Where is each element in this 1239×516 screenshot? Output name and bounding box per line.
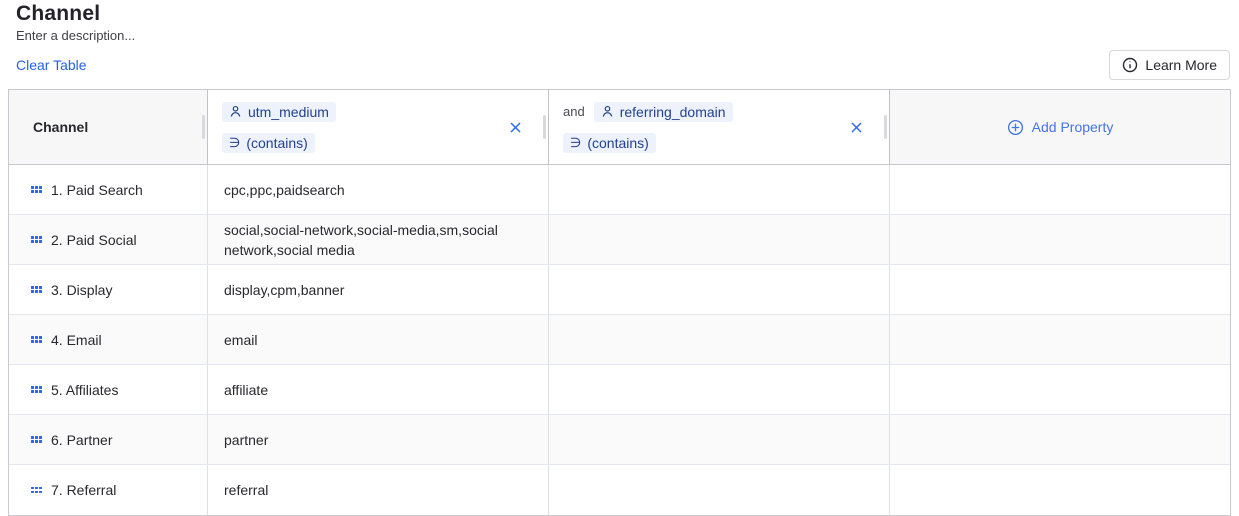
- property-name: utm_medium: [248, 104, 329, 120]
- add-property-button[interactable]: Add Property: [890, 90, 1230, 164]
- channel-name-cell[interactable]: 6. Partner: [9, 415, 208, 464]
- utm-medium-value-cell[interactable]: display,cpm,banner: [208, 265, 549, 314]
- utm-medium-value-cell[interactable]: social,social-network,social-media,sm,so…: [208, 215, 549, 264]
- drag-handle-icon[interactable]: [31, 336, 42, 343]
- table-body: 1. Paid Search cpc,ppc,paidsearch 2. Pai…: [9, 165, 1230, 515]
- column-resize-handle[interactable]: [202, 115, 205, 139]
- utm-medium-value: email: [224, 330, 277, 350]
- channel-name-label: 5. Affiliates: [51, 382, 118, 398]
- table-row: 7. Referral referral: [9, 465, 1230, 515]
- utm-medium-value: referral: [224, 480, 288, 500]
- property-name: referring_domain: [620, 104, 726, 120]
- utm-medium-value-cell[interactable]: affiliate: [208, 365, 549, 414]
- operator-chip-utm-medium[interactable]: ∋ (contains): [222, 133, 315, 153]
- add-property-value-cell[interactable]: [890, 215, 1230, 264]
- referring-domain-value-cell[interactable]: [549, 215, 890, 264]
- user-property-icon: [601, 105, 614, 118]
- utm-medium-value: social,social-network,social-media,sm,so…: [224, 220, 548, 260]
- column-header-channel: Channel: [9, 90, 208, 164]
- page-head: Channel Enter a description...: [0, 0, 1239, 44]
- table-row: 4. Email email: [9, 315, 1230, 365]
- learn-more-button[interactable]: Learn More: [1109, 50, 1230, 80]
- table-row: 2. Paid Social social,social-network,soc…: [9, 215, 1230, 265]
- add-property-value-cell[interactable]: [890, 265, 1230, 314]
- column-header-utm-medium: utm_medium ∋ (contains): [208, 90, 549, 164]
- channel-name-cell[interactable]: 4. Email: [9, 315, 208, 364]
- utm-medium-value: affiliate: [224, 380, 288, 400]
- operator-name: (contains): [246, 135, 307, 151]
- clear-table-button[interactable]: Clear Table: [16, 57, 87, 73]
- channel-name-label: 1. Paid Search: [51, 182, 143, 198]
- add-property-value-cell[interactable]: [890, 465, 1230, 515]
- utm-medium-value: cpc,ppc,paidsearch: [224, 180, 365, 200]
- channel-table: Channel utm_medium: [8, 89, 1231, 516]
- utm-medium-value: partner: [224, 430, 288, 450]
- drag-handle-icon[interactable]: [31, 436, 42, 443]
- add-circle-icon: [1007, 119, 1024, 136]
- channel-name-cell[interactable]: 3. Display: [9, 265, 208, 314]
- operator-name: (contains): [587, 135, 648, 151]
- add-property-value-cell[interactable]: [890, 165, 1230, 214]
- add-property-label: Add Property: [1032, 119, 1114, 135]
- referring-domain-value-cell[interactable]: [549, 465, 890, 515]
- drag-handle-icon[interactable]: [31, 487, 42, 494]
- referring-domain-value-cell[interactable]: [549, 365, 890, 414]
- learn-more-label: Learn More: [1145, 57, 1217, 73]
- referring-domain-value-cell[interactable]: [549, 265, 890, 314]
- channel-name-label: 6. Partner: [51, 432, 112, 448]
- table-row: 5. Affiliates affiliate: [9, 365, 1230, 415]
- info-icon: [1122, 57, 1138, 73]
- remove-column-referring-domain-button[interactable]: [848, 119, 864, 135]
- drag-handle-icon[interactable]: [31, 186, 42, 193]
- operator-chip-referring-domain[interactable]: ∋ (contains): [563, 133, 656, 153]
- conjunction-label: and: [563, 104, 585, 119]
- channel-name-label: 3. Display: [51, 282, 112, 298]
- toolbar: Clear Table Learn More: [16, 50, 1230, 80]
- channel-name-cell[interactable]: 1. Paid Search: [9, 165, 208, 214]
- utm-medium-value-cell[interactable]: referral: [208, 465, 549, 515]
- utm-medium-value-cell[interactable]: email: [208, 315, 549, 364]
- add-property-value-cell[interactable]: [890, 365, 1230, 414]
- utm-medium-value-cell[interactable]: cpc,ppc,paidsearch: [208, 165, 549, 214]
- contains-operator-icon: ∋: [229, 136, 240, 150]
- table-header-row: Channel utm_medium: [9, 90, 1230, 165]
- channel-name-cell[interactable]: 2. Paid Social: [9, 215, 208, 264]
- contains-operator-icon: ∋: [570, 136, 581, 150]
- drag-handle-icon[interactable]: [31, 286, 42, 293]
- channel-name-cell[interactable]: 7. Referral: [9, 465, 208, 515]
- table-row: 6. Partner partner: [9, 415, 1230, 465]
- property-chip-referring-domain[interactable]: referring_domain: [594, 102, 733, 122]
- referring-domain-value-cell[interactable]: [549, 165, 890, 214]
- referring-domain-value-cell[interactable]: [549, 415, 890, 464]
- column-resize-handle[interactable]: [543, 115, 546, 139]
- utm-medium-value-cell[interactable]: partner: [208, 415, 549, 464]
- channel-column-label: Channel: [33, 119, 88, 135]
- referring-domain-value-cell[interactable]: [549, 315, 890, 364]
- channel-name-label: 2. Paid Social: [51, 232, 137, 248]
- description-input[interactable]: Enter a description...: [16, 28, 1223, 44]
- utm-medium-value: display,cpm,banner: [224, 280, 364, 300]
- channel-name-label: 4. Email: [51, 332, 102, 348]
- channel-name-cell[interactable]: 5. Affiliates: [9, 365, 208, 414]
- drag-handle-icon[interactable]: [31, 236, 42, 243]
- column-resize-handle[interactable]: [884, 115, 887, 139]
- table-row: 3. Display display,cpm,banner: [9, 265, 1230, 315]
- page-title: Channel: [16, 2, 1223, 26]
- user-property-icon: [229, 105, 242, 118]
- column-header-referring-domain: and referring_domain ∋: [549, 90, 890, 164]
- property-chip-utm-medium[interactable]: utm_medium: [222, 102, 336, 122]
- drag-handle-icon[interactable]: [31, 386, 42, 393]
- add-property-value-cell[interactable]: [890, 415, 1230, 464]
- table-row: 1. Paid Search cpc,ppc,paidsearch: [9, 165, 1230, 215]
- add-property-value-cell[interactable]: [890, 315, 1230, 364]
- remove-column-utm-medium-button[interactable]: [507, 119, 523, 135]
- channel-name-label: 7. Referral: [51, 482, 116, 498]
